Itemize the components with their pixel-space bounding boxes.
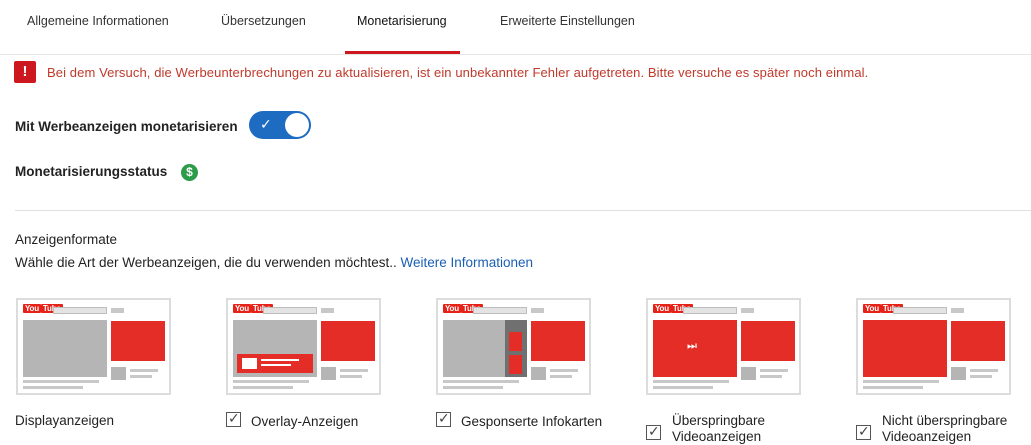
error-message: Bei dem Versuch, die Werbeunterbrechunge… bbox=[47, 64, 869, 80]
sponsored-cards-preview[interactable]: You Tube bbox=[436, 298, 591, 395]
overlay-ads-label: Overlay-Anzeigen bbox=[251, 414, 359, 429]
check-icon: ✓ bbox=[858, 423, 870, 439]
active-tab-indicator bbox=[345, 51, 460, 54]
overlay-ads-checkbox[interactable]: ✓ bbox=[226, 410, 241, 427]
tab-bar: Allgemeine Informationen Übersetzungen M… bbox=[0, 0, 1031, 55]
tab-translations[interactable]: Übersetzungen bbox=[221, 0, 306, 54]
monetization-status-label: Monetarisierungsstatus bbox=[15, 164, 168, 179]
more-info-link[interactable]: Weitere Informationen bbox=[400, 255, 533, 270]
ad-formats-description-text: Wähle die Art der Werbeanzeigen, die du … bbox=[15, 255, 397, 270]
non-skippable-video-ads-preview[interactable]: You Tube bbox=[856, 298, 1011, 395]
skippable-video-ads-checkbox[interactable]: ✓ bbox=[646, 423, 661, 440]
check-icon: ✓ bbox=[260, 116, 272, 132]
monetize-label: Mit Werbeanzeigen monetarisieren bbox=[15, 119, 238, 134]
skippable-video-ads-preview[interactable]: You Tube ⏭ bbox=[646, 298, 801, 395]
skippable-video-ads-label: Überspringbare Videoanzeigen bbox=[672, 413, 766, 444]
ad-formats-title: Anzeigenformate bbox=[15, 232, 118, 247]
error-icon: ! bbox=[14, 61, 36, 83]
monetize-toggle[interactable]: ✓ bbox=[249, 111, 311, 139]
non-skippable-video-ads-label: Nicht überspringbare Videoanzeigen bbox=[882, 413, 1008, 444]
non-skippable-video-ads-checkbox[interactable]: ✓ bbox=[856, 423, 871, 440]
skip-forward-icon: ⏭ bbox=[687, 340, 697, 352]
error-banner: ! Bei dem Versuch, die Werbeunterbrechun… bbox=[14, 61, 868, 83]
tab-advanced-settings[interactable]: Erweiterte Einstellungen bbox=[500, 0, 635, 54]
tab-general-info[interactable]: Allgemeine Informationen bbox=[27, 0, 169, 54]
check-icon: ✓ bbox=[228, 410, 240, 426]
section-divider bbox=[15, 210, 1031, 211]
ad-formats-description: Wähle die Art der Werbeanzeigen, die du … bbox=[15, 255, 533, 270]
check-icon: ✓ bbox=[438, 410, 450, 426]
display-ads-preview[interactable]: You Tube bbox=[16, 298, 171, 395]
overlay-ads-preview[interactable]: You Tube bbox=[226, 298, 381, 395]
display-ads-label: Displayanzeigen bbox=[15, 413, 115, 428]
check-icon: ✓ bbox=[648, 423, 660, 439]
sponsored-cards-label: Gesponserte Infokarten bbox=[461, 414, 603, 429]
tab-monetization[interactable]: Monetarisierung bbox=[357, 0, 447, 54]
sponsored-cards-checkbox[interactable]: ✓ bbox=[436, 410, 451, 427]
toggle-knob bbox=[285, 113, 309, 137]
dollar-status-icon: $ bbox=[181, 164, 198, 181]
